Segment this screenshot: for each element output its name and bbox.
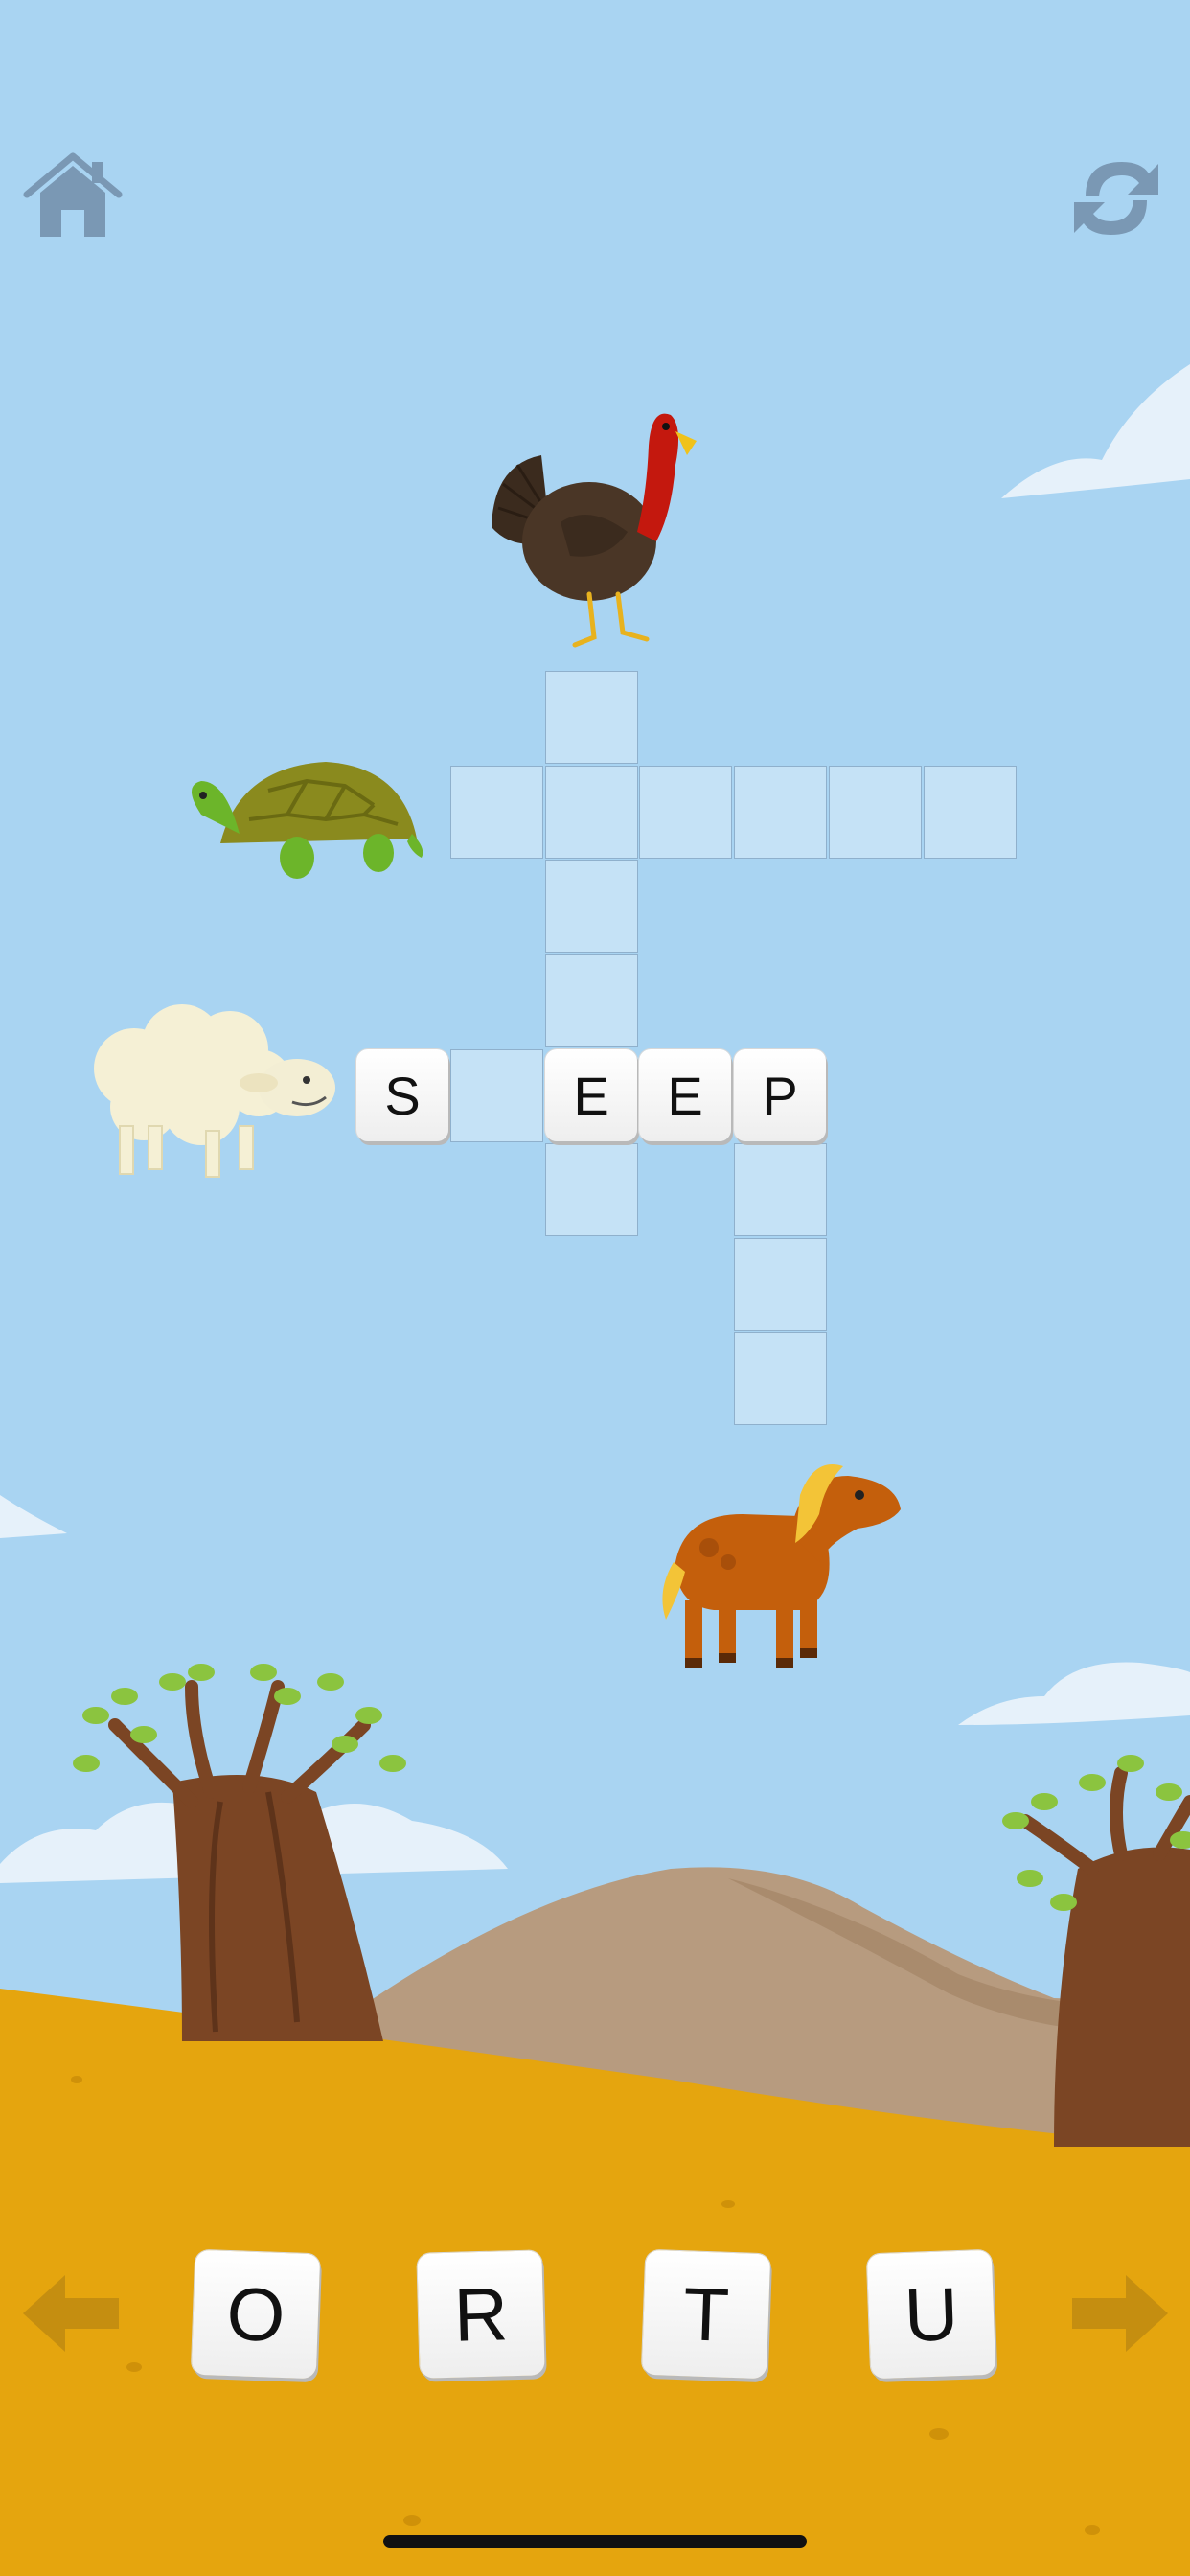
refresh-icon[interactable] (1068, 149, 1164, 248)
game-scene: S E E P O R T U (0, 0, 1190, 2576)
grid-cell[interactable] (639, 766, 732, 859)
placed-letter-tile[interactable]: E (545, 1049, 637, 1141)
placed-letter-tile[interactable]: S (356, 1049, 448, 1141)
turkey-picture (492, 413, 697, 648)
grid-cell[interactable] (545, 1143, 638, 1236)
grid-cell[interactable] (545, 860, 638, 953)
grid-cell[interactable] (450, 1049, 543, 1142)
arrow-right-icon[interactable] (1068, 2271, 1172, 2356)
sheep-picture (94, 1004, 335, 1178)
grid-cell[interactable] (734, 1143, 827, 1236)
turtle-picture (192, 762, 423, 879)
arrow-left-icon[interactable] (19, 2271, 123, 2356)
letter-choice-tile[interactable]: U (866, 2249, 996, 2380)
home-indicator (383, 2535, 807, 2548)
home-icon[interactable] (17, 149, 128, 244)
letter-choice-tile[interactable]: O (191, 2249, 321, 2380)
grid-cell[interactable] (545, 766, 638, 859)
grid-cell[interactable] (450, 766, 543, 859)
letter-choice-tile[interactable]: R (417, 2250, 545, 2379)
placed-letter-tile[interactable]: P (734, 1049, 826, 1141)
grid-cell[interactable] (924, 766, 1017, 859)
horse-picture (662, 1464, 901, 1668)
letter-choice-tile[interactable]: T (641, 2249, 771, 2380)
grid-cell[interactable] (734, 766, 827, 859)
placed-letter-tile[interactable]: E (639, 1049, 731, 1141)
grid-cell[interactable] (734, 1332, 827, 1425)
scenery-background (0, 0, 1190, 2576)
grid-cell[interactable] (829, 766, 922, 859)
grid-cell[interactable] (545, 954, 638, 1047)
grid-cell[interactable] (545, 671, 638, 764)
grid-cell[interactable] (734, 1238, 827, 1331)
